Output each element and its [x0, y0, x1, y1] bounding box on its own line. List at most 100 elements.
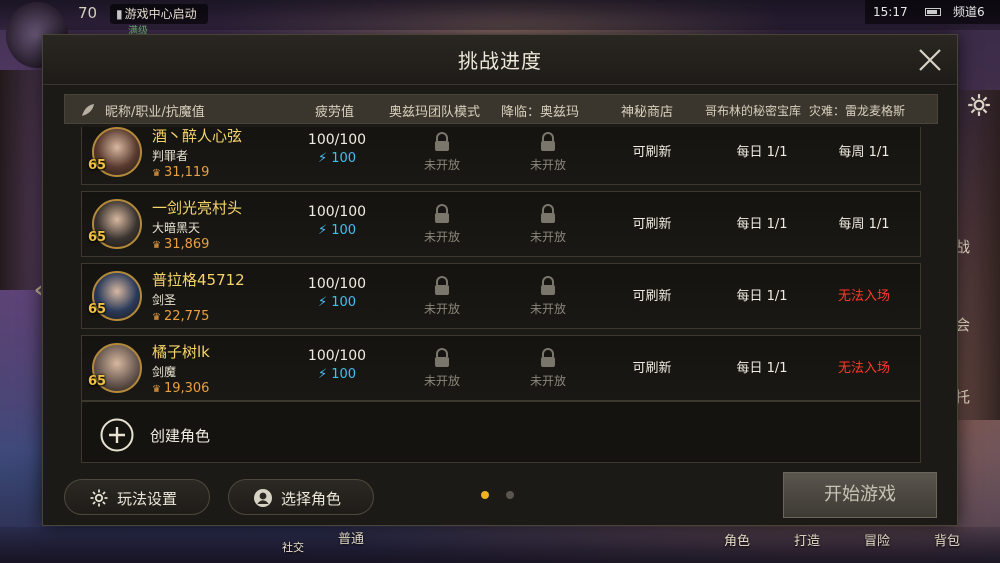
ozma-raid-status-text: 未开放 [423, 302, 460, 316]
select-role-label: 选择角色 [281, 490, 342, 508]
ozma-raid-status: 未开放 [412, 348, 472, 389]
lock-icon [435, 132, 449, 151]
energy-value: ⚡ 100 [307, 295, 367, 310]
challenge-progress-dialog: 挑战进度 昵称/职业/抗魔值 疲劳值 奥兹玛团队模式 降临：奥兹玛 神秘商店 哥… [42, 34, 958, 526]
character-power: ♛ 31,869 [152, 237, 209, 252]
mystery-shop-status: 可刷新 [632, 361, 672, 376]
descent-status-text: 未开放 [529, 230, 566, 244]
crown-icon: ♛ [152, 240, 161, 251]
page-dot[interactable] [481, 491, 489, 499]
character-icon [254, 489, 272, 507]
background-player-level: 70 [78, 4, 98, 22]
column-fatigue: 疲劳值 [315, 105, 355, 120]
background-bottom-bar [0, 527, 1000, 563]
feather-icon [82, 104, 94, 116]
play-settings-label: 玩法设置 [117, 490, 178, 508]
energy-amount: 100 [331, 295, 357, 310]
ozma-raid-status: 未开放 [412, 204, 472, 245]
goblin-vault-status: 每日 1/1 [736, 289, 788, 304]
energy-value: ⚡ 100 [307, 367, 367, 382]
crown-icon: ♛ [152, 168, 161, 179]
character-level: 65 [88, 374, 107, 389]
ozma-raid-status: 未开放 [412, 276, 472, 317]
character-row[interactable]: 65 橘子树lk 剑魔 ♛ 19,306 100/100 ⚡ 100 未开放 未开… [81, 335, 921, 401]
select-role-button[interactable]: 选择角色 [228, 479, 374, 515]
character-name: 酒丶醉人心弦 [152, 127, 243, 145]
character-row[interactable]: 65 普拉格45712 剑圣 ♛ 22,775 100/100 ⚡ 100 未开放… [81, 263, 921, 329]
column-mystery-shop: 神秘商店 [621, 105, 674, 120]
bottom-nav-bag[interactable]: 背包 [934, 530, 960, 549]
descent-status: 未开放 [518, 132, 578, 173]
calamity-status: 每周 1/1 [838, 145, 890, 160]
phone-icon: ▮ [116, 7, 123, 21]
column-ozma-raid: 奥兹玛团队模式 [389, 105, 481, 120]
goblin-vault-status: 每日 1/1 [736, 361, 788, 376]
fatigue-value: 100/100 [307, 132, 367, 148]
crown-icon: ♛ [152, 384, 161, 395]
start-game-button[interactable]: 开始游戏 [783, 472, 937, 518]
goblin-vault-status: 每日 1/1 [736, 145, 788, 160]
create-role-button[interactable]: 创建角色 [81, 401, 921, 463]
mystery-shop-status: 可刷新 [632, 289, 672, 304]
energy-value: ⚡ 100 [307, 151, 367, 166]
bottom-nav-normal[interactable]: 普通 [338, 528, 364, 547]
character-class: 剑魔 [152, 365, 177, 379]
column-descent-ozma: 降临：奥兹玛 [501, 105, 580, 120]
lock-icon [541, 276, 555, 295]
column-name: 昵称/职业/抗魔值 [105, 105, 205, 120]
ozma-raid-status-text: 未开放 [423, 374, 460, 388]
calamity-status: 无法入场 [837, 361, 890, 376]
background-left-panel [0, 70, 44, 290]
dialog-header: 挑战进度 [43, 35, 957, 85]
character-power-value: 19,306 [163, 381, 210, 396]
lock-icon [541, 348, 555, 367]
character-name: 一剑光亮村头 [152, 199, 243, 217]
character-power-value: 31,869 [163, 237, 210, 252]
character-row[interactable]: 65 一剑光亮村头 大暗黑天 ♛ 31,869 100/100 ⚡ 100 未开放… [81, 191, 921, 257]
mystery-shop-status: 可刷新 [632, 217, 672, 232]
energy-amount: 100 [331, 151, 357, 166]
descent-status-text: 未开放 [529, 302, 566, 316]
lightning-icon: ⚡ [317, 367, 328, 382]
bottom-nav-craft[interactable]: 打造 [794, 530, 820, 549]
character-row[interactable]: 65 酒丶醉人心弦 判罪者 ♛ 31,119 100/100 ⚡ 100 未开放 … [81, 127, 921, 185]
fatigue-value: 100/100 [307, 276, 367, 292]
descent-status-text: 未开放 [529, 374, 566, 388]
bottom-nav-social[interactable]: 社交 [282, 539, 304, 555]
energy-amount: 100 [331, 367, 357, 382]
play-settings-button[interactable]: 玩法设置 [64, 479, 210, 515]
column-calamity: 灾难：雷龙麦格斯 [809, 104, 906, 118]
calamity-status: 每周 1/1 [838, 217, 890, 232]
character-power: ♛ 31,119 [152, 165, 209, 180]
plus-icon [100, 418, 134, 452]
character-name: 橘子树lk [152, 343, 210, 361]
bottom-nav-character[interactable]: 角色 [724, 530, 750, 549]
descent-status-text: 未开放 [529, 158, 566, 172]
game-center-chip[interactable]: ▮ 游戏中心启动 [110, 4, 208, 24]
character-level: 65 [88, 230, 107, 245]
descent-status: 未开放 [518, 276, 578, 317]
crown-icon: ♛ [152, 312, 161, 323]
status-time: 15:17 [873, 5, 908, 19]
character-level: 65 [88, 302, 107, 317]
lightning-icon: ⚡ [317, 223, 328, 238]
ozma-raid-status-text: 未开放 [423, 158, 460, 172]
lock-icon [435, 276, 449, 295]
page-dot[interactable] [506, 491, 514, 499]
character-power-value: 22,775 [163, 309, 210, 324]
channel-label: 频道6 [953, 5, 985, 19]
descent-status: 未开放 [518, 348, 578, 389]
character-level: 65 [88, 158, 107, 173]
character-class: 判罪者 [152, 149, 189, 163]
close-icon[interactable] [917, 47, 943, 73]
lock-icon [541, 132, 555, 151]
gear-icon[interactable] [966, 92, 992, 118]
status-bar: 15:17 频道6 [865, 0, 1000, 24]
calamity-status: 无法入场 [837, 289, 890, 304]
character-name: 普拉格45712 [152, 271, 245, 289]
character-list[interactable]: 65 酒丶醉人心弦 判罪者 ♛ 31,119 100/100 ⚡ 100 未开放 … [81, 127, 921, 463]
bottom-nav-adventure[interactable]: 冒险 [864, 530, 890, 549]
page-indicator [481, 489, 521, 501]
ozma-raid-status-text: 未开放 [423, 230, 460, 244]
character-power-value: 31,119 [163, 165, 210, 180]
